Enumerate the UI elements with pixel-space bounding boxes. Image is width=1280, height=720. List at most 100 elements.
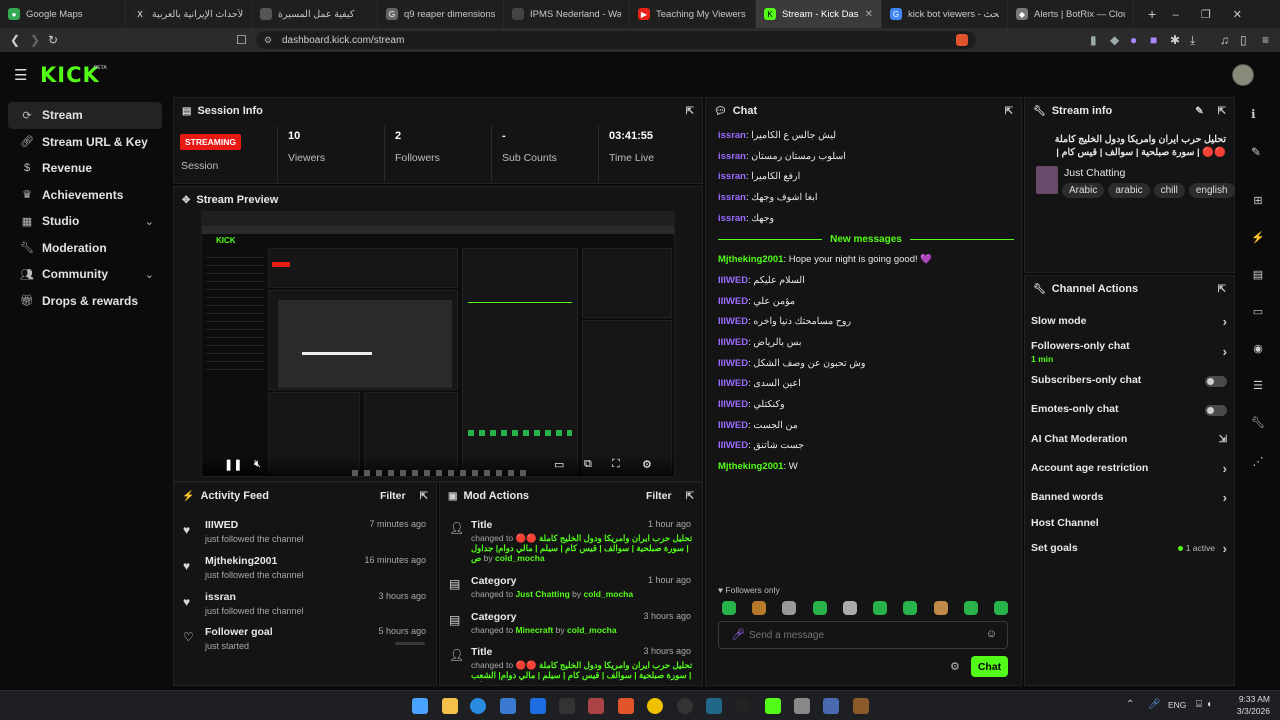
browser-tab[interactable]: Gq9 reaper dimensions - ب [378, 0, 504, 28]
mod-action-user[interactable]: cold_mocha [567, 625, 617, 635]
sidebar-item-achievements[interactable]: ♛ Achievements [8, 182, 162, 209]
settings-icon[interactable]: ⚙ [642, 458, 652, 471]
sidebar-item-stream[interactable]: ⟳ Stream [8, 102, 162, 129]
pencil-icon[interactable]: ✎ [1251, 145, 1261, 159]
chat-username[interactable]: Mjtheking2001 [718, 254, 783, 265]
sidebar-item-drops-rewards[interactable]: 🎁︎ Drops & rewards [8, 288, 162, 315]
popout-icon[interactable]: ⇱ [1005, 106, 1013, 117]
theater-icon[interactable]: ▭ [554, 458, 564, 471]
stream-preview-video[interactable]: KICK ❚❚ 🔇︎ ▭ ⧉ ⛶ ⚙ [201, 211, 675, 477]
microphone-icon[interactable]: 🎤︎ [731, 628, 745, 641]
browser-tab[interactable]: Gkick bot viewers - بحث Go [882, 0, 1008, 28]
browser-tab-active[interactable]: K Stream - Kick Dashbo ✕ [756, 0, 882, 28]
chevron-up-icon[interactable]: ⌃ [1126, 699, 1134, 710]
extensions-icon[interactable]: ✱ [1170, 33, 1180, 47]
music-icon[interactable]: ♫ [1220, 33, 1229, 47]
download-icon[interactable]: ⤓ [1190, 33, 1195, 48]
rail-button[interactable]: ☰ [1245, 372, 1271, 398]
chat-input[interactable] [749, 626, 979, 644]
followers-only-row[interactable]: Followers-only chat 1 min › [1031, 340, 1227, 364]
language-indicator[interactable]: ENG [1168, 700, 1186, 710]
chat-username[interactable]: IIIWED [718, 358, 748, 369]
rail-button[interactable]: ⚡ [1245, 224, 1271, 250]
chat-username[interactable]: issran [718, 130, 746, 141]
edge-icon[interactable] [470, 698, 486, 714]
chat-username[interactable]: IIIWED [718, 399, 748, 410]
emote-icon[interactable] [812, 601, 827, 615]
chat-username[interactable]: issran [718, 192, 746, 203]
extension-icon[interactable]: ● [1130, 33, 1137, 47]
popout-icon[interactable]: ⇱ [686, 491, 694, 502]
sidebar-toggle-icon[interactable]: ▯ [1240, 33, 1247, 47]
sidebar-item-revenue[interactable]: $ Revenue [8, 155, 162, 182]
app-icon[interactable] [647, 698, 663, 714]
mute-icon[interactable]: 🔇︎ [254, 458, 261, 471]
browser-tab[interactable]: ● Google Maps [0, 0, 126, 28]
info-icon[interactable]: ℹ [1251, 107, 1256, 121]
browser-tab[interactable]: كيفية عمل المسيرة [252, 0, 378, 28]
emote-icon[interactable] [903, 601, 918, 615]
browser-tab[interactable]: IPMS Nederland - Walk ar [504, 0, 630, 28]
chat-username[interactable]: IIIWED [718, 296, 748, 307]
emote-icon[interactable] [842, 601, 857, 615]
hamburger-icon[interactable]: ☰ [14, 66, 27, 84]
kick-logo[interactable]: KICK [40, 63, 100, 87]
ai-moderation-row[interactable]: AI Chat Moderation ⇲ [1031, 433, 1227, 445]
app-icon[interactable] [588, 698, 604, 714]
chat-username[interactable]: IIIWED [718, 440, 748, 451]
slow-mode-row[interactable]: Slow mode › [1031, 314, 1227, 329]
avatar[interactable] [1232, 64, 1254, 86]
back-icon[interactable]: ❮ [10, 33, 20, 47]
clock-time[interactable]: 9:33 AM [1234, 694, 1270, 704]
close-tab-icon[interactable]: ✕ [865, 9, 873, 20]
clock-date[interactable]: 3/3/2026 [1222, 706, 1270, 716]
sidebar-item-community[interactable]: 👥︎ Community ⌄ [8, 261, 162, 288]
chat-username[interactable]: IIIWED [718, 420, 748, 431]
chat-username[interactable]: Mjtheking2001 [718, 461, 783, 472]
mod-action-user[interactable]: cold_mocha [584, 589, 634, 599]
rail-button[interactable]: ⊞ [1245, 187, 1271, 213]
browser-tab[interactable]: ▶ Teaching My Viewers How [630, 0, 756, 28]
emote-icon[interactable] [993, 601, 1008, 615]
extension-icon[interactable]: ▮ [1090, 33, 1097, 47]
sidebar-item-stream-url-key[interactable]: 🔗︎ Stream URL & Key [8, 129, 162, 156]
emoji-icon[interactable]: ☺ [986, 628, 997, 640]
extension-icon[interactable]: ◆ [1110, 33, 1119, 47]
pause-icon[interactable]: ❚❚ [224, 458, 242, 471]
app-icon[interactable] [853, 698, 869, 714]
emotes-only-toggle[interactable] [1205, 405, 1227, 416]
system-tray-icons[interactable]: ⌸◖ [1196, 699, 1216, 710]
mail-icon[interactable] [530, 698, 546, 714]
edit-icon[interactable]: ✎ [1195, 106, 1203, 117]
emote-icon[interactable] [933, 601, 948, 615]
app-icon[interactable] [823, 698, 839, 714]
popout-icon[interactable]: ⇱ [1218, 284, 1226, 295]
mod-action-user[interactable]: cold_mocha [495, 553, 545, 563]
set-goals-row[interactable]: Set goals 1 active › [1031, 541, 1227, 556]
store-icon[interactable] [500, 698, 516, 714]
chat-username[interactable]: IIIWED [718, 275, 748, 286]
obs-icon[interactable] [735, 698, 751, 714]
rail-button[interactable]: 🔧︎ [1245, 409, 1271, 435]
terminal-icon[interactable] [559, 698, 575, 714]
host-channel-row[interactable]: Host Channel [1031, 517, 1227, 529]
emote-icon[interactable] [963, 601, 978, 615]
browser-tab[interactable]: ◆ Alerts | BotRix — Cloud St [1008, 0, 1134, 28]
reload-icon[interactable]: ↻ [48, 33, 58, 47]
extension-icon[interactable]: ■ [1150, 33, 1157, 47]
subscribers-only-toggle[interactable] [1205, 376, 1227, 387]
chat-username[interactable]: IIIWED [718, 378, 748, 389]
emote-icon[interactable] [722, 601, 736, 615]
app-icon[interactable] [706, 698, 722, 714]
kick-icon[interactable] [765, 698, 781, 714]
url-field[interactable]: ⚙ dashboard.kick.com/stream [256, 31, 976, 49]
chat-settings-icon[interactable]: ⚙ [950, 660, 960, 673]
send-chat-button[interactable]: Chat [971, 656, 1008, 677]
github-icon[interactable] [677, 698, 693, 714]
file-explorer-icon[interactable] [442, 698, 458, 714]
emote-icon[interactable] [873, 601, 888, 615]
menu-icon[interactable]: ≡ [1262, 33, 1269, 47]
rail-button[interactable]: ▭ [1245, 298, 1271, 324]
start-icon[interactable] [412, 698, 428, 714]
account-age-row[interactable]: Account age restriction › [1031, 461, 1227, 476]
